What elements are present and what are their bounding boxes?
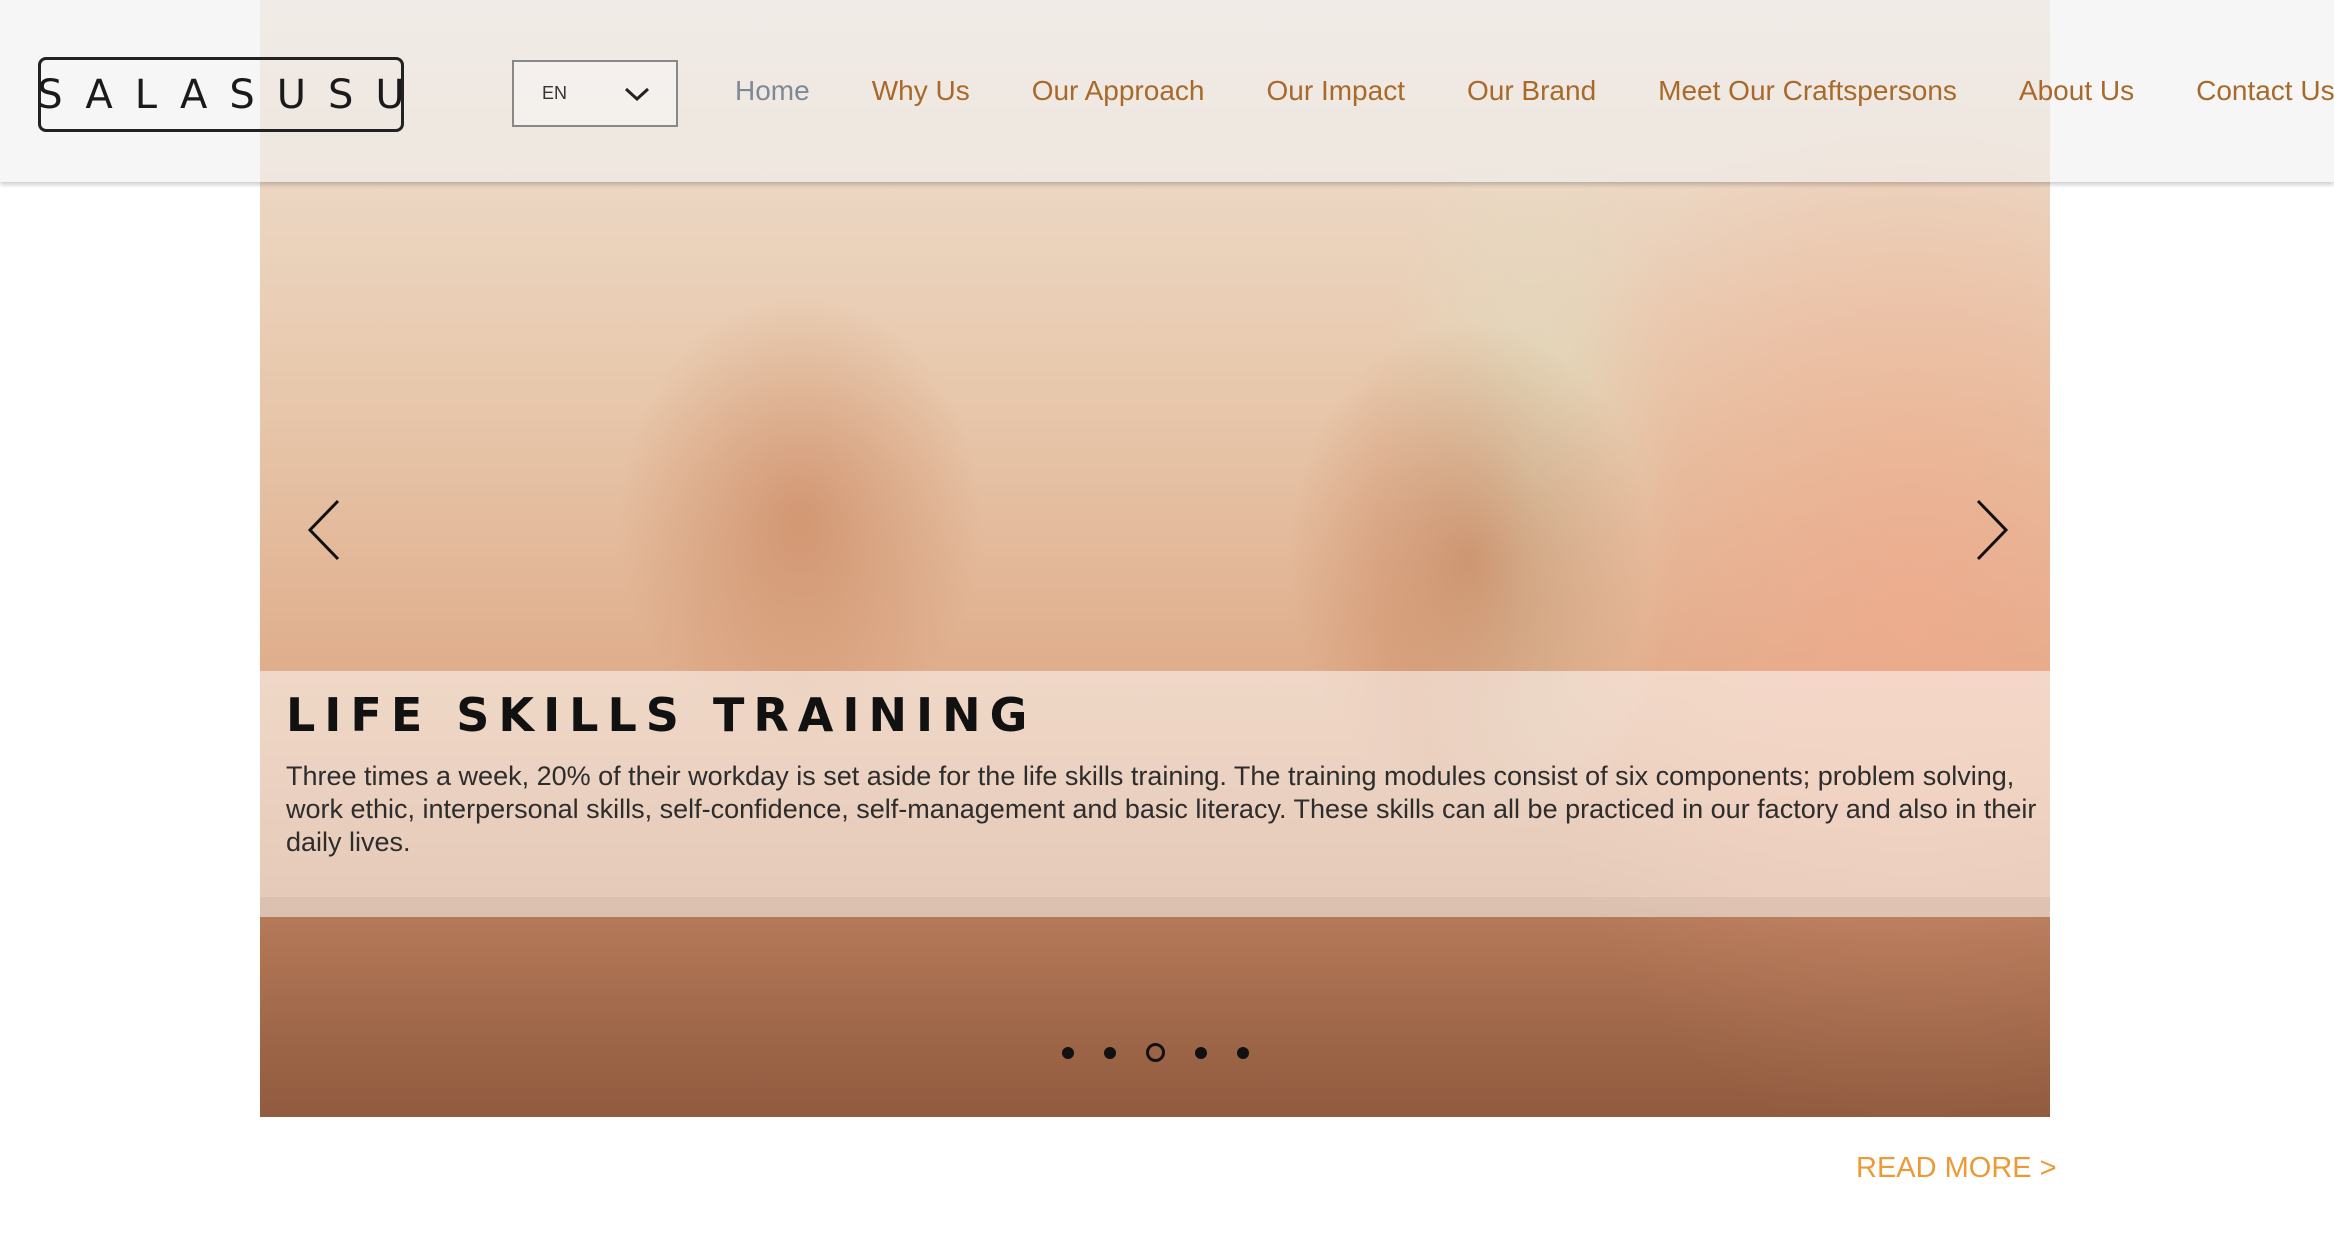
nav-item-home[interactable]: Home — [735, 75, 810, 107]
slide-indicator-dot[interactable] — [1145, 1043, 1165, 1062]
slide-indicator-dot[interactable] — [1194, 1046, 1207, 1059]
language-selected-value: EN — [542, 83, 568, 103]
slide-description: Three times a week, 20% of their workday… — [286, 761, 2037, 857]
main-navigation: Home Why Us Our Approach Our Impact Our Bran… — [735, 0, 2334, 182]
previous-slide-button[interactable] — [300, 495, 350, 565]
chevron-down-icon — [624, 87, 650, 101]
nav-item-meet-our-craftspersons[interactable]: Meet Our Craftspersons — [1658, 75, 1957, 107]
slide-background-photo — [260, 897, 2050, 1117]
next-slide-button[interactable] — [1966, 495, 2016, 565]
slide-indicator-dot[interactable] — [1061, 1046, 1074, 1059]
logo[interactable]: SALASUSU — [37, 57, 405, 132]
slide-title: LIFE SKILLS TRAINING — [286, 688, 1037, 742]
chevron-left-icon — [307, 499, 340, 561]
slide-indicators — [260, 1043, 2050, 1062]
chevron-right-icon — [1976, 499, 2009, 561]
nav-item-contact-us[interactable]: Contact Us — [2196, 75, 2334, 107]
nav-item-about-us[interactable]: About Us — [2019, 75, 2134, 107]
site-header: SALASUSU EN Home Why Us Our Approach Our Im… — [0, 0, 2334, 182]
slide-indicator-dot[interactable] — [1236, 1046, 1249, 1059]
language-select[interactable]: EN — [512, 60, 678, 127]
read-more-link[interactable]: READ MORE > — [1856, 1152, 2057, 1185]
nav-item-our-approach[interactable]: Our Approach — [1032, 75, 1205, 107]
nav-item-our-brand[interactable]: Our Brand — [1467, 75, 1596, 107]
nav-item-why-us[interactable]: Why Us — [872, 75, 970, 107]
nav-item-our-impact[interactable]: Our Impact — [1266, 75, 1404, 107]
slide-indicator-dot[interactable] — [1103, 1046, 1116, 1059]
